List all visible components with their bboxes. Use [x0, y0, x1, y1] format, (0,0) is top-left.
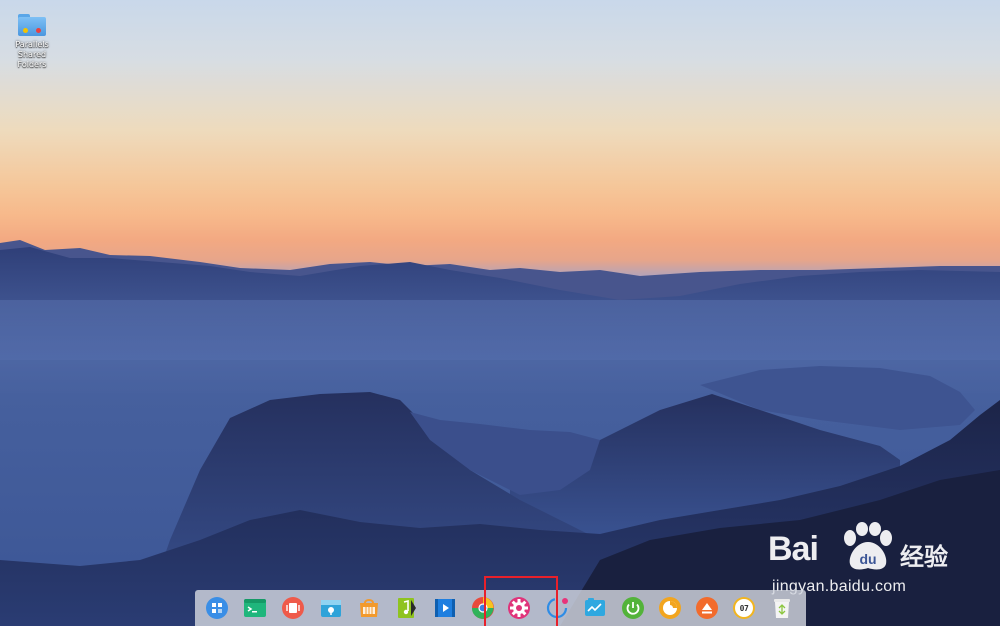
dock-trash[interactable]: [770, 596, 794, 620]
multitask-icon: [282, 597, 304, 619]
desktop: Parallels Shared Folders Bai du 经验 jingy…: [0, 0, 1000, 626]
music-icon: [398, 598, 416, 618]
browser-icon: [659, 597, 681, 619]
dock-clock[interactable]: 07: [732, 596, 756, 620]
launcher-icon: [206, 597, 228, 619]
installer-icon: [696, 597, 718, 619]
dock-browser[interactable]: [658, 596, 682, 620]
desktop-icon-shared-folders[interactable]: Parallels Shared Folders: [4, 12, 60, 70]
dock-video[interactable]: [433, 596, 457, 620]
dock-file-manager[interactable]: [319, 596, 343, 620]
app-store-icon: [360, 599, 378, 617]
file-manager-icon: [321, 600, 341, 617]
power-icon: [622, 597, 644, 619]
system-monitor-icon: [585, 598, 605, 616]
dock-power[interactable]: [621, 596, 645, 620]
trash-icon: [774, 599, 790, 618]
paw-logo-icon: du: [844, 522, 892, 570]
terminal-icon: [244, 599, 266, 617]
clock-time: 07: [739, 603, 749, 613]
dock-launcher[interactable]: [205, 596, 229, 620]
watermark-brand-right: 经验: [900, 544, 948, 571]
highlight-annotation-box: [484, 576, 558, 626]
watermark-brand-left: Bai: [768, 530, 819, 568]
video-icon: [435, 599, 455, 617]
dock-installer[interactable]: [695, 596, 719, 620]
dock-multitask[interactable]: [281, 596, 305, 620]
svg-text:du: du: [859, 551, 876, 567]
desktop-icon-label: Parallels Shared Folders: [15, 40, 49, 69]
dock-app-store[interactable]: [357, 596, 381, 620]
dock-terminal[interactable]: [243, 596, 267, 620]
folder-icon: [18, 14, 46, 36]
baidu-watermark: Bai du 经验 jingyan.baidu.com: [768, 520, 958, 600]
dock-system-monitor[interactable]: [583, 596, 607, 620]
dock-music[interactable]: [395, 596, 419, 620]
